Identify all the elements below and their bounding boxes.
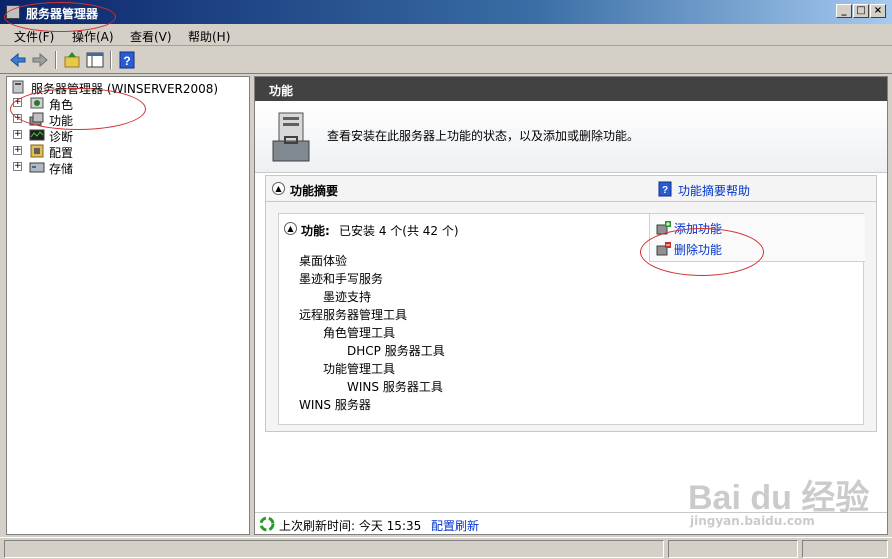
configure-refresh-link[interactable]: 配置刷新 [431,517,479,534]
storage-icon [29,162,45,173]
expand-icon[interactable]: + [13,146,22,155]
help-icon: ? [658,181,672,197]
server-icon [12,80,24,94]
actions-box: 添加功能 删除功能 [649,214,865,262]
server-manager-icon [6,5,20,19]
menu-view[interactable]: 查看(V) [130,28,172,45]
menu-file[interactable]: 文件(F) [14,28,54,45]
intro-banner: 查看安装在此服务器上功能的状态，以及添加或删除功能。 [255,101,887,173]
status-cell [668,540,798,558]
toolbar-separator [110,51,112,69]
remove-feature-icon [656,242,671,256]
toolbar-separator [55,51,57,69]
content-pane: 功能 查看安装在此服务器上功能的状态，以及添加或删除功能。 ▲ 功能摘要 ? 功… [254,76,888,535]
status-bar [0,537,892,559]
title-bar: 服务器管理器 _ □ × [0,0,892,24]
window-title: 服务器管理器 [26,7,99,21]
summary-header: ▲ 功能摘要 ? 功能摘要帮助 [266,176,876,202]
expand-icon[interactable]: + [13,130,22,139]
feature-item: DHCP 服务器工具 [347,344,445,358]
close-button[interactable]: × [870,4,886,18]
status-cell [802,540,888,558]
features-summary-section: ▲ 功能摘要 ? 功能摘要帮助 ▲ 功能: 已安装 4 个(共 42 个) 桌面… [265,175,877,432]
features-icon [29,112,44,126]
feature-item: 墨迹和手写服务 [299,272,384,286]
features-status: 已安装 4 个(共 42 个) [339,224,459,238]
toolbar: ? [0,46,892,74]
features-label: 功能: [301,224,330,238]
summary-help-link[interactable]: 功能摘要帮助 [678,182,750,199]
expand-icon[interactable]: + [13,98,22,107]
intro-description: 查看安装在此服务器上功能的状态，以及添加或删除功能。 [327,129,640,143]
expand-icon[interactable]: + [13,114,22,123]
feature-item: WINS 服务器工具 [347,380,443,394]
status-cell [4,540,664,558]
collapse-up-icon[interactable]: ▲ [272,182,285,195]
refresh-footer: 上次刷新时间: 今天 15:35 配置刷新 [255,512,887,534]
last-refresh-label: 上次刷新时间: 今天 15:35 [279,519,422,533]
feature-item: 远程服务器管理工具 [299,308,408,322]
menu-action[interactable]: 操作(A) [72,28,114,45]
feature-item: 桌面体验 [299,254,348,268]
maximize-button[interactable]: □ [853,4,869,18]
minimize-button[interactable]: _ [836,4,852,18]
roles-icon [30,97,44,109]
console-tree: 服务器管理器 (WINSERVER2008) + 角色 + 功能 + 诊断 + … [6,76,250,535]
svg-text:?: ? [662,185,668,196]
forward-arrow-icon[interactable] [30,50,50,70]
feature-item: 功能管理工具 [323,362,396,376]
feature-item: 墨迹支持 [323,290,372,304]
collapse-up-icon[interactable]: ▲ [284,222,297,235]
diagnostics-icon [29,129,45,141]
feature-item: 角色管理工具 [323,326,396,340]
menu-bar: 文件(F) 操作(A) 查看(V) 帮助(H) [0,24,892,46]
pane-header: 功能 [255,77,887,101]
refresh-icon [259,516,275,532]
help-icon[interactable]: ? [117,50,137,70]
up-folder-icon[interactable] [62,50,82,70]
add-features-link[interactable]: 添加功能 [674,220,722,237]
remove-features-link[interactable]: 删除功能 [674,241,722,258]
add-feature-icon [656,221,671,235]
expand-icon[interactable]: + [13,162,22,171]
menu-help[interactable]: 帮助(H) [188,28,230,45]
svg-text:?: ? [123,54,130,68]
features-panel: ▲ 功能: 已安装 4 个(共 42 个) 桌面体验墨迹和手写服务墨迹支持远程服… [278,213,865,425]
console-tree-icon[interactable] [85,50,105,70]
configuration-icon [30,144,44,158]
back-arrow-icon[interactable] [8,50,28,70]
feature-item: WINS 服务器 [299,398,371,412]
summary-title: 功能摘要 [290,184,339,198]
features-toolbox-icon [272,112,310,162]
pane-title: 功能 [269,84,294,98]
